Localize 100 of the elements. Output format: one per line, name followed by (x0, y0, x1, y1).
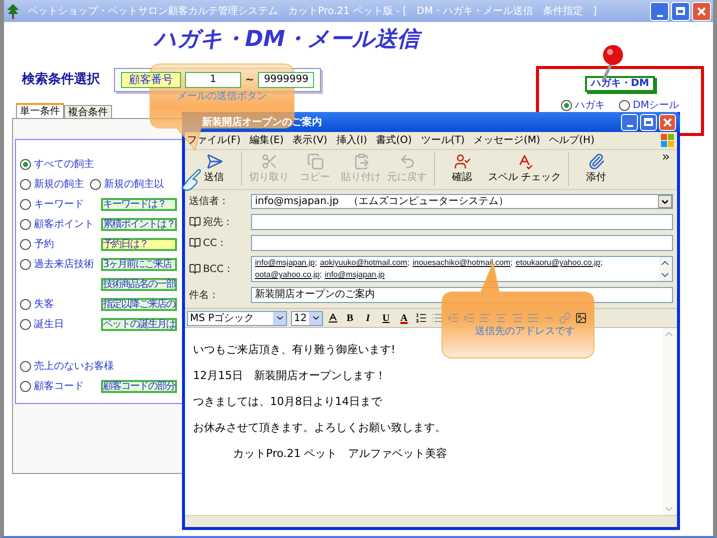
field-label: 宛先 : (203, 216, 230, 230)
clipboard-icon (352, 153, 370, 170)
minimize-icon[interactable] (621, 114, 638, 130)
message-line: カットPro.21 ペット アルファベット美容 (232, 446, 448, 462)
window-title: ペットショップ・ペットサロン顧客カルテ管理システム カットPro.21 ペット版 - [ DM・ハガキ・メール送信 条件指定 ] (28, 4, 597, 18)
format-button[interactable]: I (361, 310, 375, 326)
radio-option[interactable]: DMシール (618, 98, 680, 113)
line-spacing-icon[interactable] (327, 312, 339, 324)
condition-field[interactable]: 予約日は？ (101, 238, 177, 250)
address-book-icon[interactable] (189, 263, 201, 275)
font-select[interactable]: MS Pゴシック (187, 310, 287, 326)
message-line: 12月15日 新装開店オープンします！ (193, 368, 387, 384)
email-address[interactable]: etoukaoru@yahoo.co.jp (516, 258, 600, 267)
format-button[interactable]: A (397, 310, 411, 326)
size-select[interactable]: 12 (291, 310, 323, 326)
radio-option[interactable]: 過去来店技術 (20, 256, 94, 272)
field-label: BCC : (203, 262, 230, 276)
toolbar-button[interactable]: 確認 (439, 150, 485, 188)
radio-option[interactable]: 予約 (20, 236, 54, 252)
send-icon (206, 153, 222, 170)
email-address[interactable]: info@msjapan.jp (324, 270, 385, 279)
postcard-label: ハガキ・DM (584, 76, 656, 92)
address-field[interactable] (251, 214, 673, 230)
radio-option[interactable]: 新規の飼主以 (90, 176, 164, 192)
menu-item[interactable]: 表示(V) (292, 133, 328, 148)
address-field[interactable] (251, 235, 673, 251)
restore-icon[interactable] (671, 2, 690, 20)
address-separator: ; (320, 270, 322, 279)
condition-field[interactable]: キーワードは？ (101, 198, 177, 210)
field-label: 顧客番号 (121, 72, 181, 88)
dropdown-icon[interactable] (658, 195, 672, 208)
tab[interactable]: 単一条件 (16, 103, 64, 118)
email-address[interactable]: aokiyuuko@hotmail.com (320, 258, 408, 267)
paperclip-icon (588, 153, 605, 170)
radio-option[interactable]: ハガキ (560, 98, 605, 113)
image-icon[interactable] (575, 312, 587, 324)
undo-icon (398, 153, 416, 170)
restore-icon[interactable] (640, 114, 657, 130)
condition-field[interactable]: 累積ポイントは？ (101, 218, 177, 230)
radio-option[interactable]: 失客 (20, 296, 54, 312)
range-start-field[interactable]: 1 (185, 72, 241, 88)
condition-field[interactable]: 3ヶ月前にご来店 (101, 258, 177, 270)
more-icon[interactable] (661, 152, 671, 162)
scissors-icon (260, 153, 278, 170)
address-separator: ; (407, 258, 410, 267)
close-icon[interactable] (659, 114, 676, 130)
email-address[interactable]: info@msjapan.jp (255, 258, 315, 267)
address-separator: ; (510, 258, 513, 267)
condition-field[interactable]: 顧客コードの部分 (101, 380, 177, 392)
numbered-list-icon[interactable] (415, 312, 427, 324)
field-label: 送信者 : (189, 194, 226, 209)
field-label: CC : (203, 236, 224, 250)
radio-option[interactable]: すべての飼主 (20, 156, 94, 172)
menu-item[interactable]: ヘルプ(H) (549, 133, 594, 148)
address-book-icon[interactable] (189, 237, 201, 249)
toolbar-button[interactable]: スペル チェック (485, 150, 564, 188)
person-check-icon (454, 153, 470, 170)
toolbar-button[interactable]: 添付 (573, 150, 620, 188)
radio-option[interactable]: 売上のないお客様 (20, 358, 114, 374)
radio-option[interactable]: 顧客ポイント (20, 216, 94, 232)
bcc-field[interactable]: info@msjapan.jp; aokiyuuko@hotmail.com; inouesachiko@hotmail.com; etoukaoru@yahoo.co.jp; oota@yahoo.co.jp; info@msjapan.jp (251, 256, 673, 282)
menu-item[interactable]: メッセージ(M) (474, 133, 540, 148)
menu-item[interactable]: 挿入(I) (336, 133, 368, 148)
tree-icon (6, 3, 20, 19)
address-book-icon[interactable] (189, 216, 201, 228)
radio-option[interactable]: 顧客コード (20, 378, 84, 394)
format-button[interactable]: B (343, 310, 357, 326)
search-label: 検索条件選択 (22, 70, 100, 90)
email-address[interactable]: oota@yahoo.co.jp (255, 270, 320, 279)
radio-option[interactable]: 新規の飼主 (20, 176, 84, 192)
field-label: 件名 : (189, 288, 216, 302)
email-address[interactable]: inouesachiko@hotmail.com (412, 258, 510, 267)
range-end-field[interactable]: 9999999 (258, 72, 314, 88)
condition-field[interactable]: ペットの誕生月は (101, 318, 177, 330)
callout-text: メールの送信ボタン (176, 90, 268, 104)
condition-field[interactable]: 技術商品名の一部 (101, 278, 177, 290)
message-line: いつもご来店頂き、有り難う御座います! (193, 342, 396, 358)
scrollbar[interactable] (659, 257, 672, 281)
menu-item[interactable]: 書式(O) (376, 133, 412, 148)
copy-icon (306, 153, 324, 170)
address-separator: ; (314, 258, 317, 267)
sender-select[interactable]: info@msjapan.jp （エムズコンピューターシステム） (251, 194, 673, 209)
toolbar-button[interactable]: 送信 (191, 150, 237, 188)
radio-option[interactable]: 誕生日 (20, 316, 64, 332)
address-separator: ; (600, 258, 603, 267)
message-line: お休みさせて頂きます。よろしくお願い致します。 (193, 420, 447, 436)
message-line: つきましては、10月8日より14日まで (193, 394, 384, 410)
range-separator: ~ (245, 72, 254, 88)
menu-item[interactable]: ツール(T) (420, 133, 465, 148)
menu-item[interactable]: ファイル(F) (187, 133, 241, 148)
windows-logo-icon (661, 134, 675, 147)
close-icon[interactable] (692, 2, 711, 20)
tab[interactable]: 複合条件 (64, 105, 112, 118)
menu-item[interactable]: 編集(E) (250, 133, 284, 148)
page-heading: ハガキ・DM・メール送信 (154, 26, 524, 54)
condition-field[interactable]: 指定以降ご来店の (101, 298, 177, 310)
pointing-hand-icon (180, 168, 202, 192)
radio-option[interactable]: キーワード (20, 196, 84, 212)
minimize-icon[interactable] (650, 2, 669, 20)
format-button[interactable]: U (379, 310, 393, 326)
